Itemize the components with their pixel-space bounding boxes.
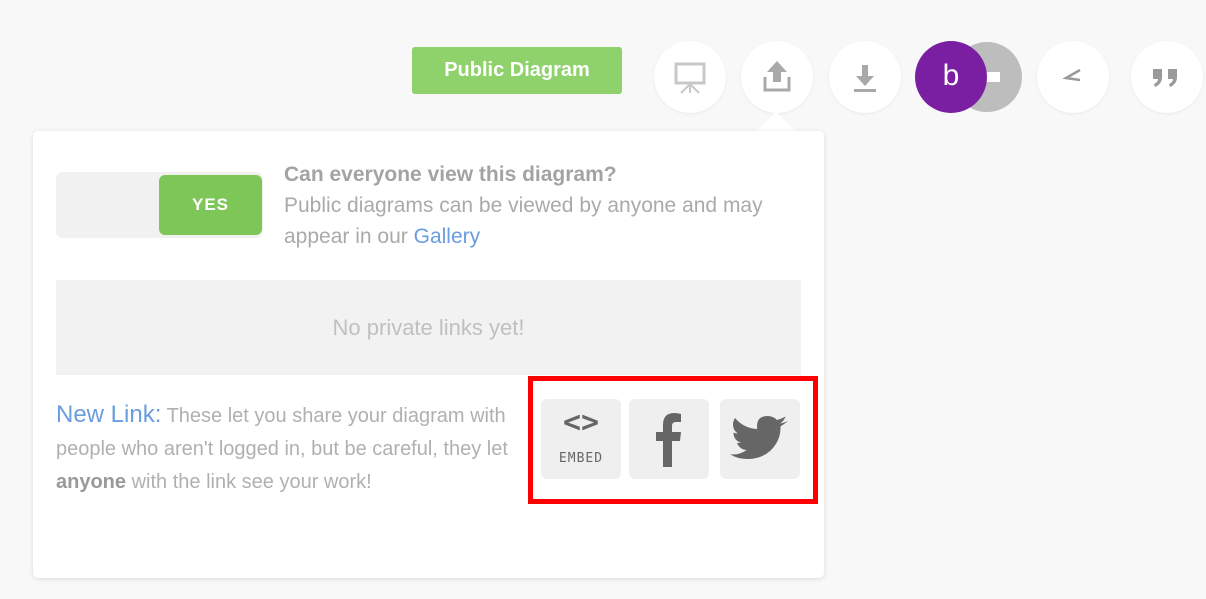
new-link-emphasis: anyone <box>56 471 127 493</box>
public-toggle[interactable]: YES <box>56 172 263 238</box>
download-button[interactable] <box>829 41 901 113</box>
public-diagram-badge[interactable]: Public Diagram <box>412 47 622 94</box>
twitter-share-button[interactable] <box>720 399 800 479</box>
presentation-button[interactable] <box>654 41 726 113</box>
embed-button[interactable]: <> EMBED <box>541 399 621 479</box>
private-links-empty-state: No private links yet! <box>56 280 801 375</box>
download-icon <box>854 65 876 92</box>
new-link-label[interactable]: New Link: <box>56 401 161 428</box>
twitter-icon <box>730 416 788 459</box>
new-link-text-after: with the link see your work! <box>131 471 372 493</box>
popover-arrow <box>756 112 796 132</box>
quote-icon <box>1153 69 1177 87</box>
privacy-info: Can everyone view this diagram? Public d… <box>284 159 804 252</box>
embed-icon: <> <box>562 405 600 440</box>
new-link-description: New Link: These let you share your diagr… <box>56 398 534 499</box>
page: Public Diagram b YES Can everyone view t… <box>0 0 1206 599</box>
comment-mark-button[interactable] <box>1037 41 1109 113</box>
presentation-icon <box>674 62 706 94</box>
user-avatar[interactable]: b <box>915 41 987 113</box>
quote-button[interactable] <box>1131 41 1203 113</box>
share-upload-icon <box>763 61 791 92</box>
privacy-question: Can everyone view this diagram? <box>284 163 617 186</box>
toggle-yes-label[interactable]: YES <box>159 175 262 235</box>
privacy-description: Public diagrams can be viewed by anyone … <box>284 194 763 248</box>
facebook-share-button[interactable] <box>629 399 709 479</box>
collaborators-group[interactable]: b <box>915 41 1025 113</box>
share-popover: YES Can everyone view this diagram? Publ… <box>33 131 824 578</box>
gallery-link[interactable]: Gallery <box>414 225 481 248</box>
share-button[interactable] <box>741 41 813 113</box>
facebook-icon <box>656 413 681 467</box>
comment-mark-icon <box>1062 68 1081 82</box>
embed-label: EMBED <box>558 451 604 466</box>
